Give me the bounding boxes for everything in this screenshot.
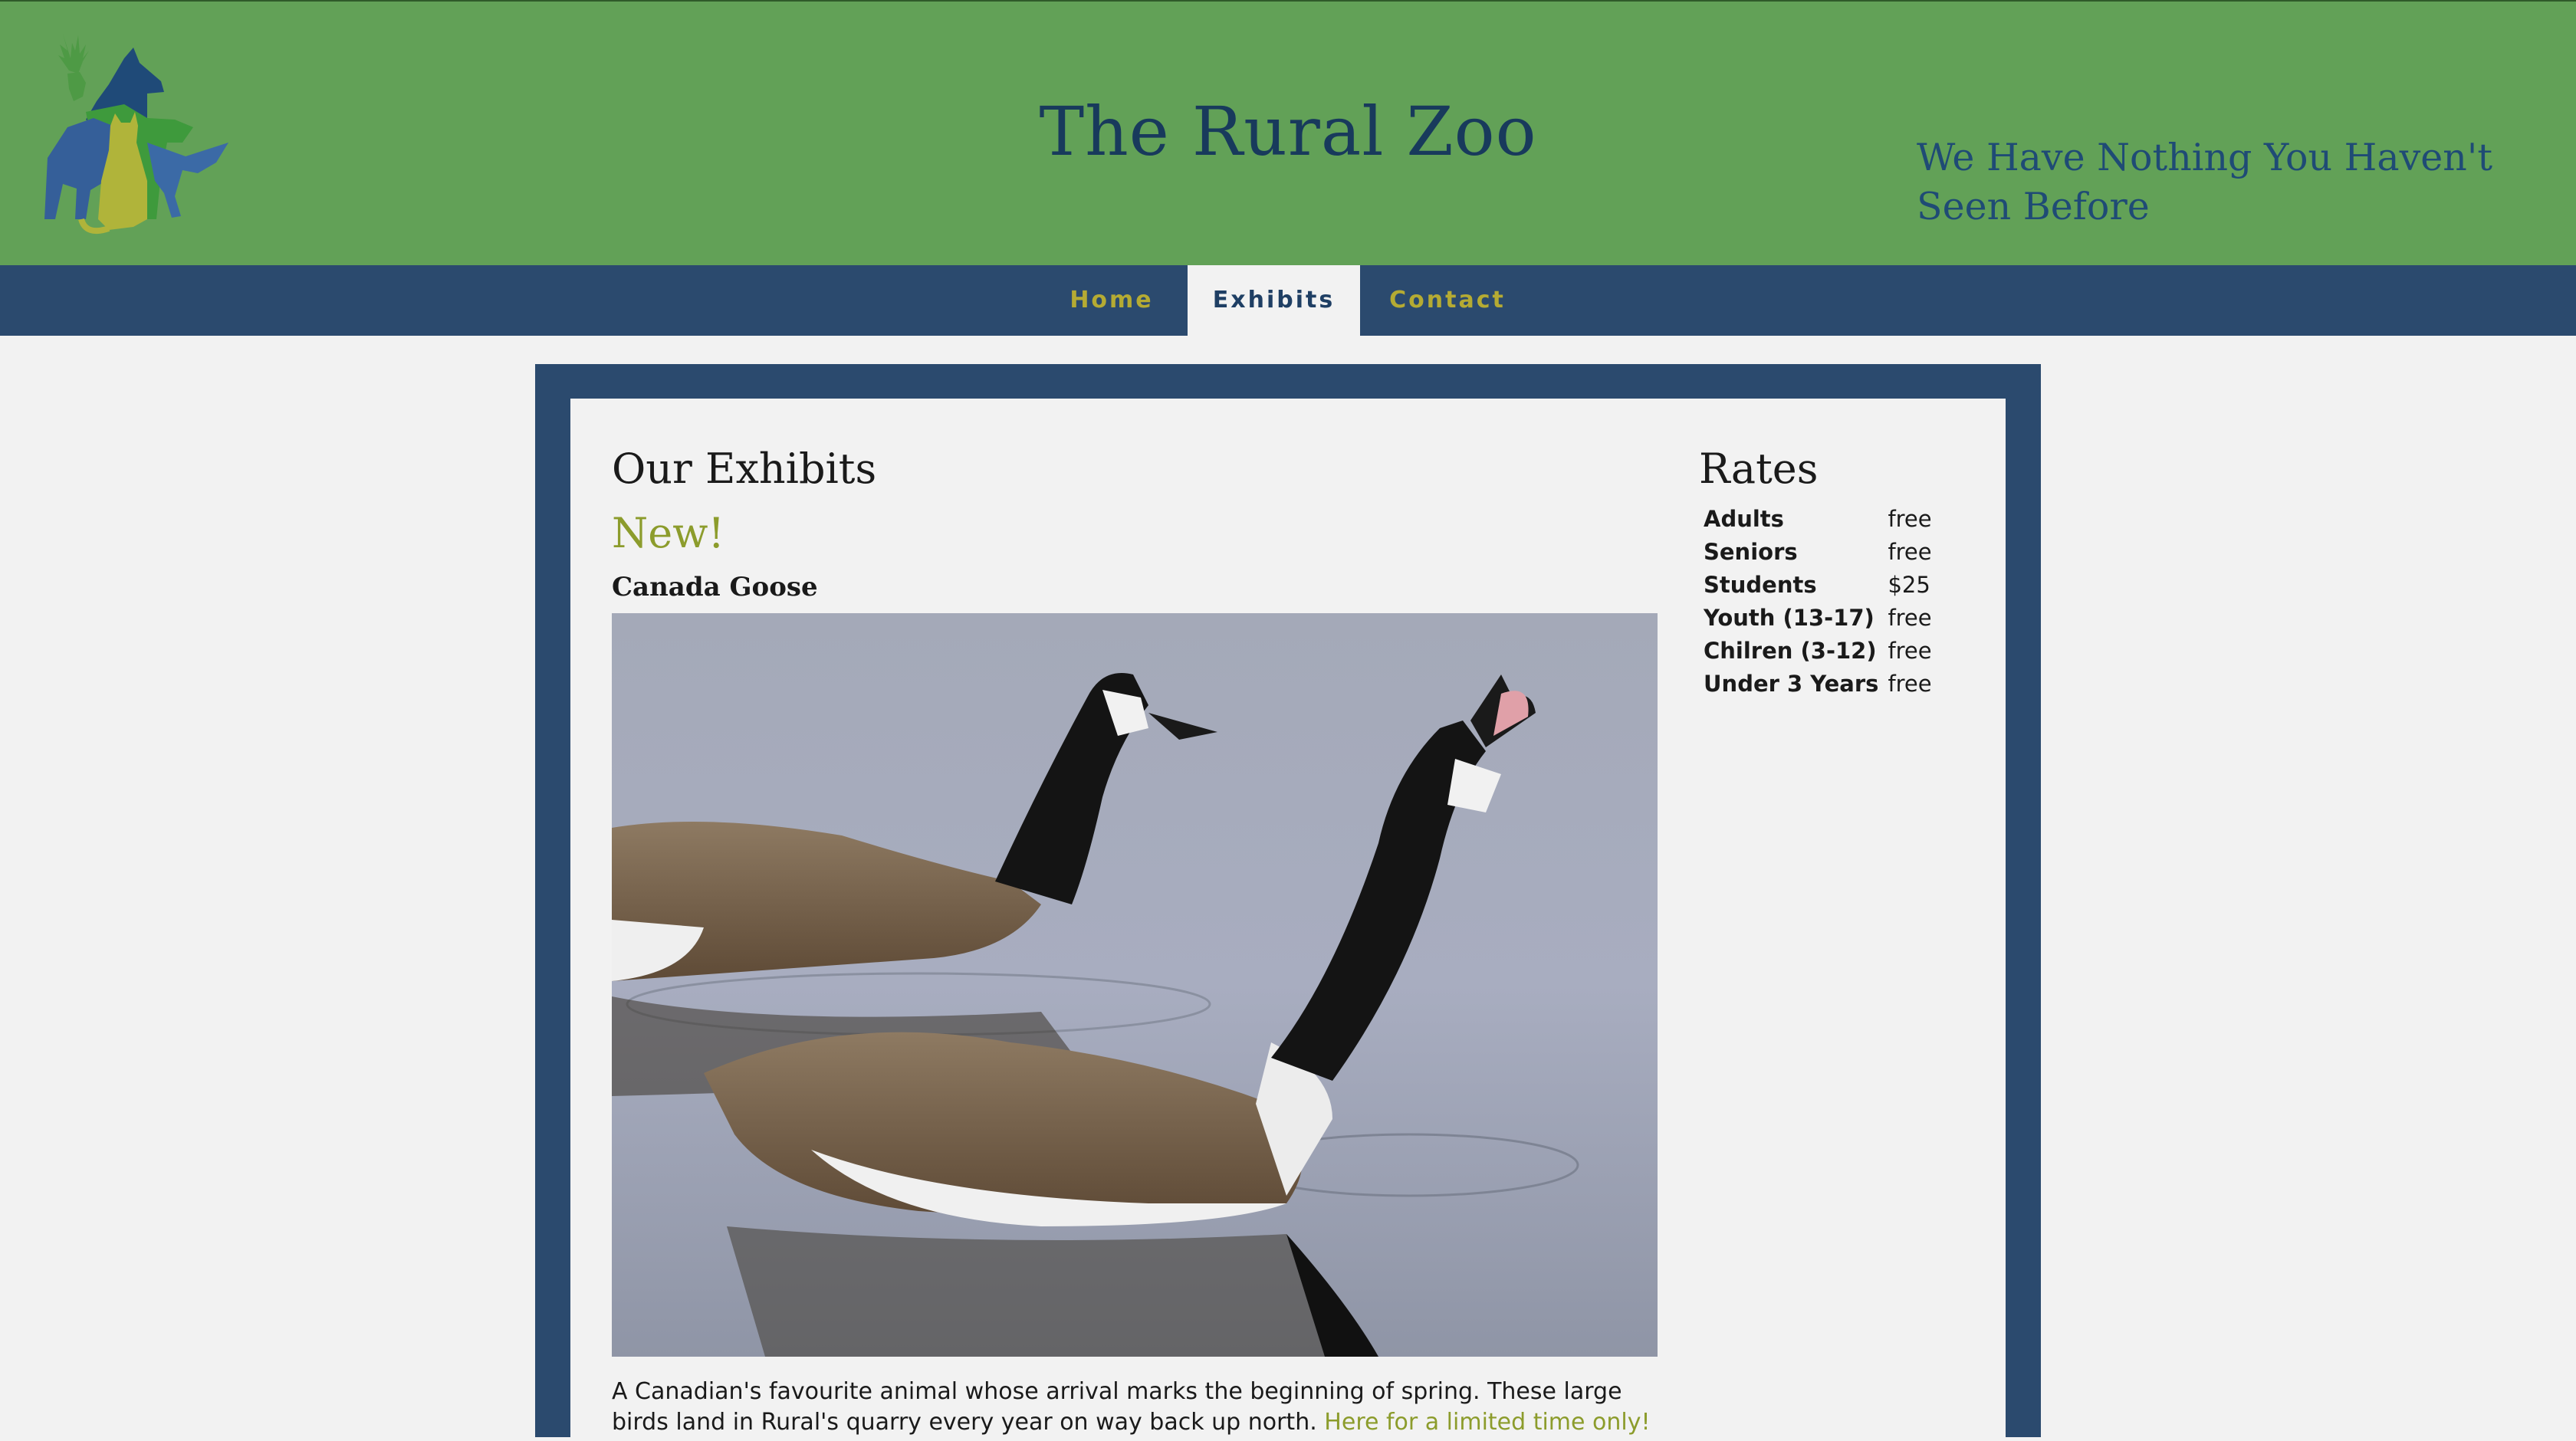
rate-label: Seniors [1704, 539, 1798, 565]
nav-exhibits-link[interactable]: Exhibits [1188, 265, 1360, 336]
rate-label: Students [1704, 572, 1817, 598]
site-header: The Rural Zoo We Have Nothing You Haven'… [0, 0, 2576, 265]
exhibits-heading: Our Exhibits [612, 445, 877, 493]
nav-contact-link[interactable]: Contact [1362, 265, 1533, 336]
rate-label: Chilren (3-12) [1704, 638, 1877, 664]
rates-row: Youth (13-17) free [1699, 602, 1937, 635]
rates-row: Adults free [1699, 503, 1937, 536]
rate-label: Adults [1704, 506, 1784, 532]
rate-price: free [1888, 671, 1932, 697]
rate-price: free [1888, 605, 1932, 631]
limited-time-link[interactable]: Here for a limited time only! [1324, 1409, 1650, 1436]
rate-label: Youth (13-17) [1704, 605, 1875, 631]
exhibit-name: Canada Goose [612, 572, 818, 602]
rate-label: Under 3 Years [1704, 671, 1879, 697]
rates-row: Seniors free [1699, 536, 1937, 569]
canada-goose-photo [612, 613, 1658, 1357]
rate-price: free [1888, 506, 1932, 532]
rate-price: free [1888, 539, 1932, 565]
main-nav: Home Exhibits Contact [0, 265, 2576, 336]
rate-price: free [1888, 638, 1932, 664]
rates-row: Under 3 Years free [1699, 668, 1937, 701]
rates-row: Students $25 [1699, 569, 1937, 602]
exhibit-description: A Canadian's favourite animal whose arri… [612, 1377, 1658, 1438]
rate-price: $25 [1888, 572, 1930, 598]
site-tagline: We Have Nothing You Haven't Seen Before [1917, 136, 2493, 228]
nav-home-link[interactable]: Home [1041, 265, 1182, 336]
rates-heading: Rates [1699, 445, 1819, 493]
rates-table: Adults free Seniors free Students $25 Yo… [1699, 503, 1937, 701]
new-label: New! [612, 509, 725, 557]
rates-row: Chilren (3-12) free [1699, 635, 1937, 668]
